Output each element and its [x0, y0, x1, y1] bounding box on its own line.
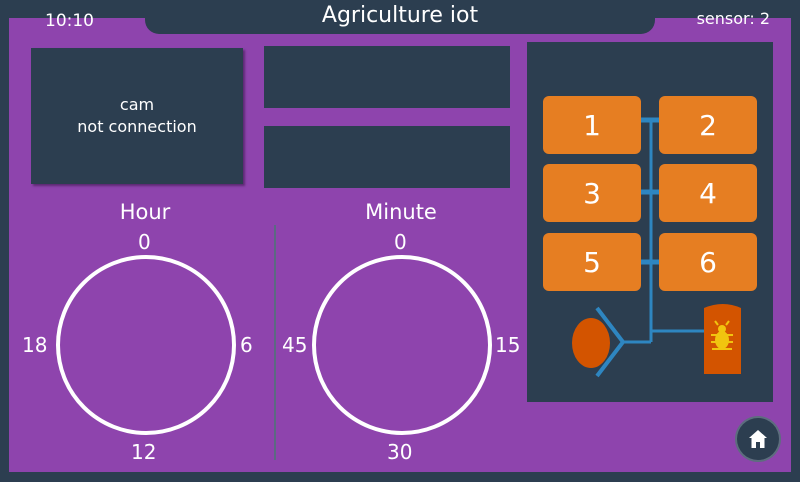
pest-tank-icon	[704, 304, 741, 374]
zone-button-2[interactable]: 2	[659, 96, 757, 154]
irrigation-panel: 1 2 3 4 5 6	[527, 42, 773, 402]
zone-button-1[interactable]: 1	[543, 96, 641, 154]
zone-button-4[interactable]: 4	[659, 164, 757, 222]
home-button[interactable]	[737, 418, 779, 460]
zone-button-3[interactable]: 3	[543, 164, 641, 222]
hour-dial-ring[interactable]	[56, 255, 236, 435]
zone-button-5[interactable]: 5	[543, 233, 641, 291]
home-icon	[749, 430, 767, 448]
zone-button-6[interactable]: 6	[659, 233, 757, 291]
minute-dial-ring[interactable]	[312, 255, 492, 435]
sprinkler-head	[572, 318, 610, 368]
